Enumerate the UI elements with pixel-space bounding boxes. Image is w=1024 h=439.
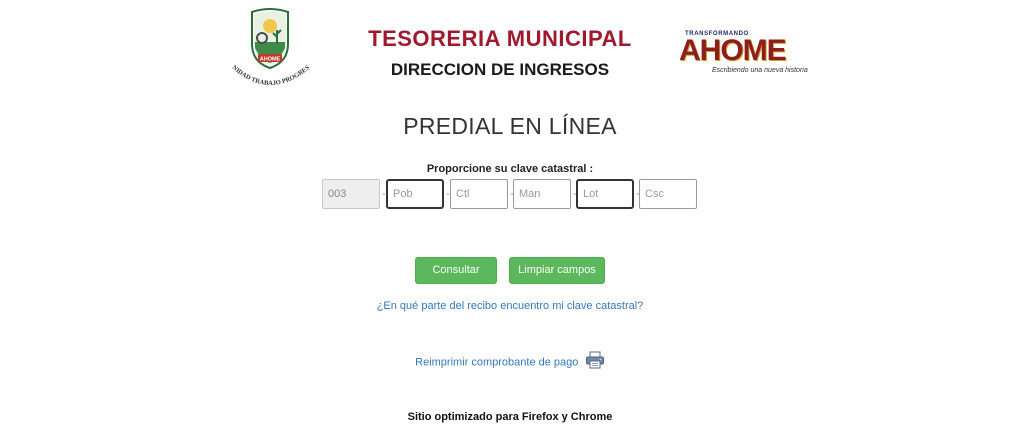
browser-note: Sitio optimizado para Firefox y Chrome [407,411,613,423]
printer-icon[interactable] [585,351,605,374]
brand-tagline: Escribiendo una nueva historia [712,67,808,74]
transformando-ahome-logo: TRANSFORMANDO AHOME Escribiendo una nuev… [676,30,816,80]
brand-wordmark: AHOME [679,34,787,67]
ahome-seal-logo: AHOME UNIDAD TRABAJO PROGRESO [221,0,316,96]
page-subtitle: DIRECCION DE INGRESOS [390,60,610,79]
page-title: TESORERIA MUNICIPAL [368,26,632,51]
reprint-receipt-link[interactable]: Reimprimir comprobante de pago [415,357,578,369]
clave-lot-field[interactable] [576,179,634,209]
page: AHOME UNIDAD TRABAJO PROGRESO TESORERIA … [0,0,1024,439]
clave-prompt-label: Proporcione su clave catastral : [426,163,594,175]
header-title-block: TESORERIA MUNICIPAL DIRECCION DE INGRESO… [340,26,660,80]
seal-banner-text: AHOME [260,57,281,63]
clave-municipio-field [322,179,380,209]
section-heading: PREDIAL EN LÍNEA [403,113,617,139]
reprint-row: Reimprimir comprobante de pago [0,351,1020,374]
limpiar-campos-button[interactable]: Limpiar campos [509,257,605,284]
clave-ctl-field[interactable] [450,179,508,209]
clave-catastral-fields: - - - - - [322,179,702,211]
clave-help-link[interactable]: ¿En qué parte del recibo encuentro mi cl… [0,300,1020,312]
clave-man-field[interactable] [513,179,571,209]
consultar-button[interactable]: Consultar [415,257,497,284]
clave-pob-field[interactable] [386,179,444,209]
clave-csc-field[interactable] [639,179,697,209]
